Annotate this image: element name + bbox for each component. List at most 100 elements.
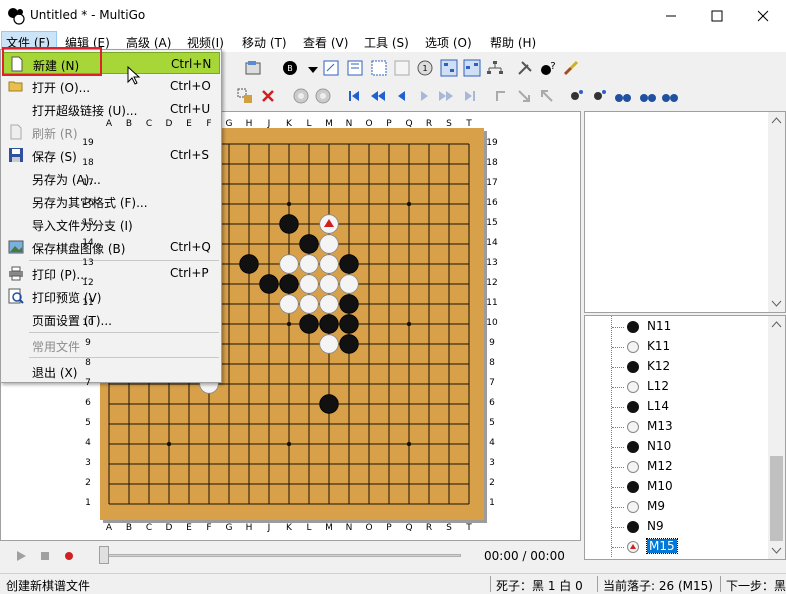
tools-icon[interactable] (516, 59, 534, 77)
close-button[interactable] (740, 0, 786, 31)
last-move-icon[interactable] (461, 87, 479, 105)
playback-slider[interactable] (99, 546, 109, 564)
binoculars-forward-icon[interactable] (661, 87, 679, 105)
tool-label-icon[interactable] (346, 59, 364, 77)
paste-variation-icon[interactable] (236, 87, 254, 105)
menu-item-save-board-image[interactable]: 保存棋盘图像 (B) Ctrl+Q (2, 236, 220, 258)
info-scrollbar[interactable] (768, 112, 785, 312)
star-point (406, 441, 412, 447)
move-tree-item[interactable]: M10 (611, 477, 761, 497)
move-tree-item[interactable]: N9 (611, 517, 761, 537)
tree-scroll-thumb[interactable] (770, 456, 783, 541)
play-icon[interactable] (15, 550, 27, 562)
fast-forward-icon[interactable] (437, 87, 455, 105)
column-label: C (145, 119, 153, 129)
row-label: 3 (85, 458, 91, 468)
binoculars-back-icon[interactable] (639, 87, 657, 105)
menu-item-open-hyperlink[interactable]: 打开超级链接 (U)... Ctrl+U (2, 98, 220, 120)
move-tree-item[interactable]: M13 (611, 417, 761, 437)
print-icon (9, 266, 23, 281)
move-tree-item[interactable]: M9 (611, 497, 761, 517)
status-current-move: 当前落子: 26 (M15) (603, 579, 713, 593)
menu-tools[interactable]: 工具 (S) (364, 34, 409, 51)
menu-item-page-setup[interactable]: 页面设置 (T)... (2, 308, 220, 330)
circle-nav-2-icon[interactable] (314, 87, 332, 105)
first-move-icon[interactable] (345, 87, 363, 105)
find-next-icon[interactable] (591, 87, 609, 105)
move-tree-item[interactable]: L14 (611, 397, 761, 417)
title-bar: Untitled * - MultiGo (0, 0, 786, 31)
menu-item-print[interactable]: 打印 (P)... Ctrl+P (2, 262, 220, 284)
tree-view-icon[interactable] (440, 59, 458, 77)
move-tree-item[interactable]: K11 (611, 337, 761, 357)
menu-move[interactable]: 移动 (T) (242, 34, 287, 51)
next-variation-icon[interactable] (515, 87, 533, 105)
menu-help[interactable]: 帮助 (H) (490, 34, 536, 51)
move-number-icon[interactable]: 1 (416, 59, 434, 77)
scroll-down-icon[interactable] (768, 542, 785, 559)
column-label: J (267, 119, 271, 129)
menu-item-shortcut: Ctrl+Q (170, 240, 211, 254)
move-tree-item[interactable]: M12 (611, 457, 761, 477)
find-icon[interactable] (568, 87, 586, 105)
playback-track[interactable] (101, 554, 461, 557)
move-tree-item[interactable]: K12 (611, 357, 761, 377)
menu-item-label: 保存 (S) (32, 150, 77, 164)
menu-options[interactable]: 选项 (O) (425, 34, 472, 51)
playback-bar: 00:00 / 00:00 (0, 541, 584, 571)
scroll-up-icon[interactable] (768, 316, 785, 333)
maximize-button[interactable] (694, 0, 740, 31)
black-stone (339, 294, 359, 314)
move-tree-item[interactable]: L12 (611, 377, 761, 397)
move-label: M9 (647, 499, 665, 513)
menu-item-save-as[interactable]: 另存为 (A)... (2, 167, 220, 189)
white-stone (319, 294, 339, 314)
row-label: 5 (85, 418, 91, 428)
prev-variation-icon[interactable] (538, 87, 556, 105)
stop-icon[interactable] (39, 550, 51, 562)
maximize-icon (711, 10, 723, 22)
column-label: S (446, 523, 452, 533)
row-label: 19 (82, 138, 94, 148)
current-move-icon (627, 541, 639, 553)
back-icon[interactable] (393, 87, 411, 105)
black-stone-icon[interactable]: B (281, 59, 299, 77)
menu-item-open[interactable]: 打开 (O)... Ctrl+O (2, 75, 220, 97)
white-stone (319, 254, 339, 274)
move-tree-item[interactable]: M15 (611, 537, 761, 557)
status-bar: 创建新棋谱文件 死子：黑 1 白 0 当前落子: 26 (M15) 下一步：黑 (0, 573, 786, 593)
menu-item-save-other-format[interactable]: 另存为其它格式 (F)... (2, 190, 220, 212)
tool-mark-icon[interactable] (322, 59, 340, 77)
scroll-down-icon[interactable] (768, 295, 785, 312)
minimize-button[interactable] (648, 0, 694, 31)
status-hint: 创建新棋谱文件 (6, 579, 91, 593)
menu-item-save[interactable]: 保存 (S) Ctrl+S (2, 144, 220, 166)
fast-back-icon[interactable] (369, 87, 387, 105)
menu-item-print-preview[interactable]: 打印预览 (V) (2, 285, 220, 307)
playback-time: 00:00 / 00:00 (484, 549, 565, 563)
move-tree-item[interactable]: N10 (611, 437, 761, 457)
dropdown-arrow-icon[interactable] (304, 61, 322, 79)
menu-item-exit[interactable]: 退出 (X) (2, 360, 220, 382)
brush-icon[interactable] (562, 59, 580, 77)
delete-icon[interactable] (259, 87, 277, 105)
tool-select-icon[interactable] (370, 59, 388, 77)
row-label: 6 (85, 398, 91, 408)
up-variation-icon[interactable] (492, 87, 510, 105)
tool-blank-icon[interactable] (393, 59, 411, 77)
binoculars-icon[interactable] (614, 87, 632, 105)
svg-text:1: 1 (422, 64, 427, 73)
tree-scrollbar[interactable] (768, 316, 785, 559)
menu-item-label: 保存棋盘图像 (B) (32, 242, 126, 256)
menu-item-import-branch[interactable]: 导入文件为分支 (I) (2, 213, 220, 235)
record-icon[interactable] (63, 550, 75, 562)
move-tree-item[interactable]: N11 (611, 317, 761, 337)
scroll-up-icon[interactable] (768, 112, 785, 129)
hierarchy-icon[interactable] (486, 59, 504, 77)
hint-icon[interactable]: ? (539, 59, 557, 77)
menu-view[interactable]: 查看 (V) (303, 34, 348, 51)
forward-icon[interactable] (415, 87, 433, 105)
game-info-icon[interactable] (244, 59, 262, 77)
circle-nav-icon[interactable] (292, 87, 310, 105)
branch-view-icon[interactable] (463, 59, 481, 77)
